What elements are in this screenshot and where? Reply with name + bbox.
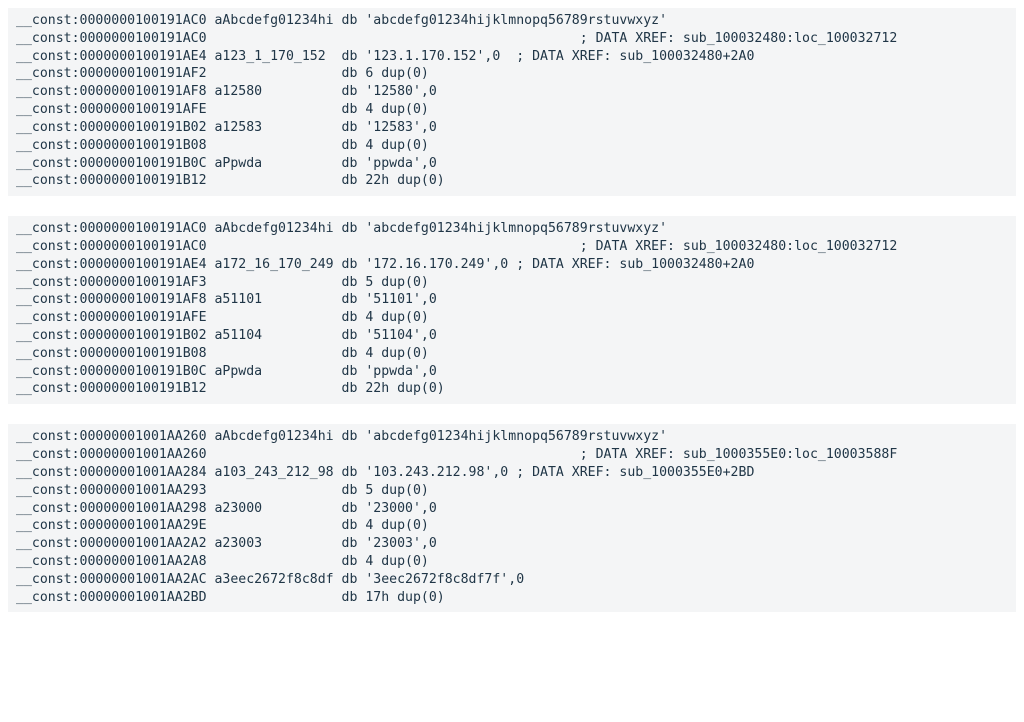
disasm-line[interactable]: __const:0000000100191AE4 a123_1_170_152 … — [16, 48, 1008, 66]
disasm-line[interactable]: __const:0000000100191AC0 ; DATA XREF: su… — [16, 30, 1008, 48]
disasm-line[interactable]: __const:0000000100191AF3 db 5 dup(0) — [16, 274, 1008, 292]
disasm-line[interactable]: __const:0000000100191AC0 aAbcdefg01234hi… — [16, 12, 1008, 30]
disasm-line[interactable]: __const:00000001001AA293 db 5 dup(0) — [16, 482, 1008, 500]
disasm-line[interactable]: __const:0000000100191AE4 a172_16_170_249… — [16, 256, 1008, 274]
disasm-line[interactable]: __const:00000001001AA298 a23000 db '2300… — [16, 500, 1008, 518]
disasm-line[interactable]: __const:00000001001AA2AC a3eec2672f8c8df… — [16, 571, 1008, 589]
disasm-line[interactable]: __const:00000001001AA284 a103_243_212_98… — [16, 464, 1008, 482]
disasm-line[interactable]: __const:00000001001AA29E db 4 dup(0) — [16, 517, 1008, 535]
disasm-line[interactable]: __const:0000000100191B02 a12583 db '1258… — [16, 119, 1008, 137]
disasm-line[interactable]: __const:0000000100191AC0 aAbcdefg01234hi… — [16, 220, 1008, 238]
disasm-line[interactable]: __const:0000000100191AF2 db 6 dup(0) — [16, 65, 1008, 83]
disasm-line[interactable]: __const:0000000100191AF8 a12580 db '1258… — [16, 83, 1008, 101]
disasm-line[interactable]: __const:0000000100191B12 db 22h dup(0) — [16, 172, 1008, 190]
disasm-line[interactable]: __const:00000001001AA2A8 db 4 dup(0) — [16, 553, 1008, 571]
disasm-line[interactable]: __const:0000000100191B0C aPpwda db 'ppwd… — [16, 363, 1008, 381]
disasm-line[interactable]: __const:00000001001AA2A2 a23003 db '2300… — [16, 535, 1008, 553]
disasm-line[interactable]: __const:0000000100191B08 db 4 dup(0) — [16, 137, 1008, 155]
disasm-block: __const:0000000100191AC0 aAbcdefg01234hi… — [8, 8, 1016, 196]
disasm-line[interactable]: __const:0000000100191B12 db 22h dup(0) — [16, 380, 1008, 398]
disasm-line[interactable]: __const:00000001001AA2BD db 17h dup(0) — [16, 589, 1008, 607]
disasm-block: __const:0000000100191AC0 aAbcdefg01234hi… — [8, 216, 1016, 404]
disasm-line[interactable]: __const:0000000100191B0C aPpwda db 'ppwd… — [16, 155, 1008, 173]
disasm-line[interactable]: __const:00000001001AA260 aAbcdefg01234hi… — [16, 428, 1008, 446]
disasm-line[interactable]: __const:0000000100191AFE db 4 dup(0) — [16, 309, 1008, 327]
disasm-line[interactable]: __const:00000001001AA260 ; DATA XREF: su… — [16, 446, 1008, 464]
disassembly-root: __const:0000000100191AC0 aAbcdefg01234hi… — [0, 8, 1024, 612]
disasm-line[interactable]: __const:0000000100191AC0 ; DATA XREF: su… — [16, 238, 1008, 256]
disasm-block: __const:00000001001AA260 aAbcdefg01234hi… — [8, 424, 1016, 612]
disasm-line[interactable]: __const:0000000100191AFE db 4 dup(0) — [16, 101, 1008, 119]
disasm-line[interactable]: __const:0000000100191B08 db 4 dup(0) — [16, 345, 1008, 363]
disasm-line[interactable]: __const:0000000100191AF8 a51101 db '5110… — [16, 291, 1008, 309]
disasm-line[interactable]: __const:0000000100191B02 a51104 db '5110… — [16, 327, 1008, 345]
